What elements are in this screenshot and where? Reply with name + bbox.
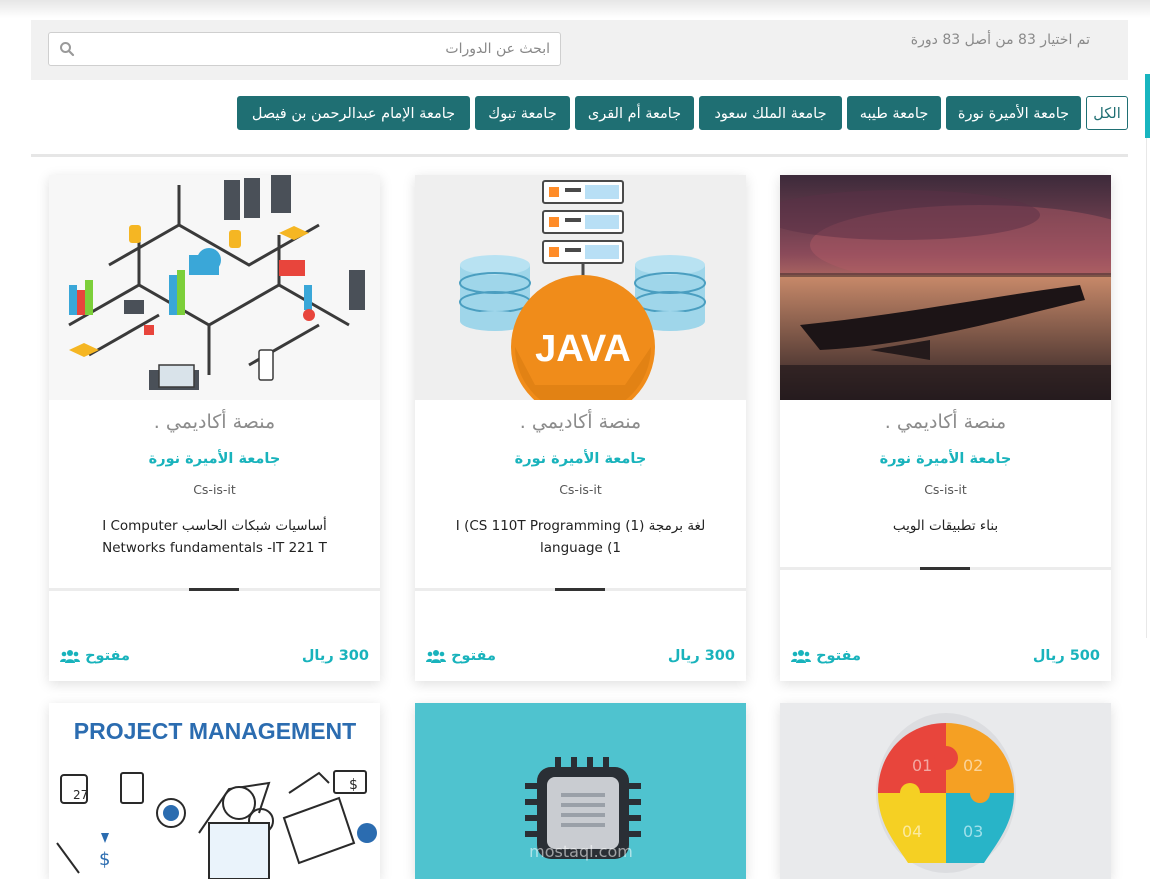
course-price: 500 ريال xyxy=(1032,648,1100,664)
card-separator xyxy=(780,567,1111,570)
course-platform: منصة أكاديمي . xyxy=(153,411,276,433)
card-separator xyxy=(49,588,380,591)
course-card-networks[interactable]: منصة أكاديمي . جامعة الأميرة نورة Cs-is-… xyxy=(49,175,380,681)
course-image-puzzle-bulb[interactable]: 01 02 03 04 xyxy=(780,703,1111,879)
status-label: مفتوح xyxy=(816,648,861,664)
users-icon xyxy=(426,650,446,663)
course-card-bulb[interactable]: 01 02 03 04 xyxy=(780,703,1111,879)
svg-text:04: 04 xyxy=(902,822,922,841)
filter-chip-ksu[interactable]: جامعة الملك سعود xyxy=(699,96,842,130)
university-filter-bar: الكل جامعة الأميرة نورة جامعة طيبه جامعة… xyxy=(31,96,1128,132)
course-image-java[interactable]: JAVA xyxy=(415,175,746,400)
course-title[interactable]: لغة برمجة (1) I (CS 110T Programming lan… xyxy=(450,515,711,559)
status-label: مفتوح xyxy=(451,648,496,664)
filter-chip-uqu[interactable]: جامعة أم القرى xyxy=(575,96,694,130)
course-card-pm[interactable]: PROJECT MANAGEMENT 27 $ $ xyxy=(49,703,380,879)
course-price: 300 ريال xyxy=(667,648,735,664)
course-platform: منصة أكاديمي . xyxy=(884,411,1007,433)
users-icon xyxy=(60,650,80,663)
image-heading: PROJECT MANAGEMENT xyxy=(74,718,356,744)
svg-text:27: 27 xyxy=(73,788,88,802)
status-label: مفتوح xyxy=(85,648,130,664)
svg-text:03: 03 xyxy=(963,822,983,841)
results-count: تم اختيار 83 من أصل 83 دورة xyxy=(910,32,1090,48)
course-title[interactable]: أساسيات شبكات الحاسب I Computer Networks… xyxy=(84,515,345,559)
search-box[interactable] xyxy=(48,32,561,66)
filter-chip-taibah[interactable]: جامعة طيبه xyxy=(847,96,941,130)
svg-text:JAVA: JAVA xyxy=(535,328,631,370)
course-university[interactable]: جامعة الأميرة نورة xyxy=(49,451,380,467)
course-category: Cs-is-it xyxy=(924,482,967,497)
course-category: Cs-is-it xyxy=(559,482,602,497)
course-image-project-management[interactable]: PROJECT MANAGEMENT 27 $ $ xyxy=(49,703,380,879)
course-price: 300 ريال xyxy=(301,648,369,664)
watermark-text: mostaql.com xyxy=(529,842,633,861)
scrollbar-track[interactable] xyxy=(1146,138,1147,638)
course-platform: منصة أكاديمي . xyxy=(519,411,642,433)
top-shadow xyxy=(0,0,1150,18)
course-university[interactable]: جامعة الأميرة نورة xyxy=(415,451,746,467)
scrollbar-thumb[interactable] xyxy=(1145,74,1150,138)
course-card-web[interactable]: منصة أكاديمي . جامعة الأميرة نورة Cs-is-… xyxy=(780,175,1111,681)
card-separator xyxy=(415,588,746,591)
section-divider xyxy=(31,154,1128,157)
course-category: Cs-is-it xyxy=(193,482,236,497)
svg-text:02: 02 xyxy=(963,756,983,775)
search-bar: تم اختيار 83 من أصل 83 دورة xyxy=(31,20,1128,80)
users-icon xyxy=(791,650,811,663)
search-icon[interactable] xyxy=(59,41,75,57)
filter-chip-all[interactable]: الكل xyxy=(1086,96,1128,130)
svg-text:$: $ xyxy=(99,849,110,870)
course-image-microchip[interactable]: mostaql.com xyxy=(415,703,746,879)
filter-chip-pnu[interactable]: جامعة الأميرة نورة xyxy=(946,96,1081,130)
filter-chip-tabuk[interactable]: جامعة تبوك xyxy=(475,96,570,130)
filter-chip-iau[interactable]: جامعة الإمام عبدالرحمن بن فيصل xyxy=(237,96,470,130)
search-input[interactable] xyxy=(85,33,550,65)
course-image-sunset-boat[interactable] xyxy=(780,175,1111,400)
course-card-chip[interactable]: mostaql.com xyxy=(415,703,746,879)
course-status: مفتوح xyxy=(426,648,496,664)
course-image-network[interactable] xyxy=(49,175,380,400)
course-card-java[interactable]: JAVA منصة أكاديمي . جامعة الأميرة نورة C… xyxy=(415,175,746,681)
svg-text:01: 01 xyxy=(912,756,932,775)
course-title[interactable]: بناء تطبيقات الويب xyxy=(815,515,1076,537)
svg-text:$: $ xyxy=(349,777,358,793)
course-status: مفتوح xyxy=(791,648,861,664)
course-status: مفتوح xyxy=(60,648,130,664)
course-university[interactable]: جامعة الأميرة نورة xyxy=(780,451,1111,467)
